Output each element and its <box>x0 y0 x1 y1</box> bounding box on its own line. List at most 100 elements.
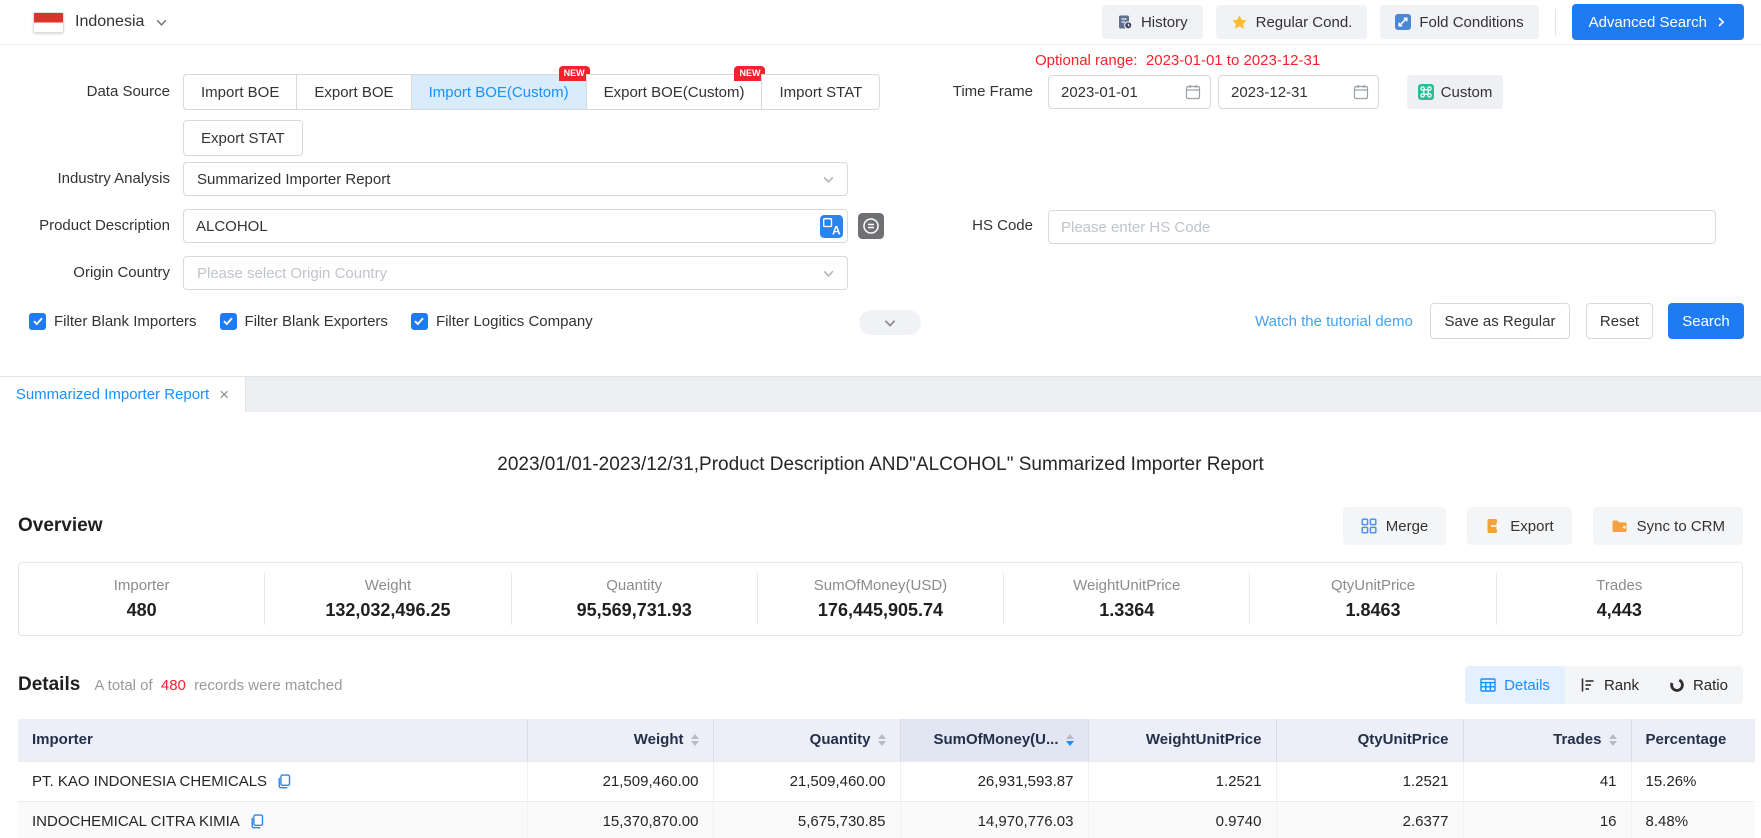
data-source-tab-label: Export BOE <box>314 84 393 101</box>
history-label: History <box>1141 14 1188 31</box>
filter-checkbox[interactable]: Filter Blank Importers <box>29 313 197 330</box>
chevron-right-icon <box>1715 16 1727 28</box>
product-description-label: Product Description <box>0 209 170 243</box>
view-tab-ratio[interactable]: Ratio <box>1654 666 1743 704</box>
importer-cell: INDOCHEMICAL CITRA KIMIA <box>18 801 527 838</box>
sort-icon-active[interactable] <box>1066 734 1074 746</box>
overview-stat: QtyUnitPrice1.8463 <box>1249 573 1495 625</box>
view-tab-label: Details <box>1504 677 1550 694</box>
stat-label: Quantity <box>512 577 757 594</box>
data-source-tab[interactable]: Import BOE(Custom)NEW <box>411 74 587 110</box>
sort-icon[interactable] <box>1609 734 1617 746</box>
importer-name: INDOCHEMICAL CITRA KIMIA <box>32 813 240 830</box>
advanced-search-button[interactable]: Advanced Search <box>1572 4 1744 40</box>
overview-stats-bar: Importer480Weight132,032,496.25Quantity9… <box>18 562 1743 636</box>
product-description-input[interactable] <box>183 209 848 243</box>
product-description-field[interactable]: A <box>183 209 848 243</box>
save-as-regular-button[interactable]: Save as Regular <box>1430 303 1570 339</box>
data-source-tab[interactable]: Import STAT <box>761 74 880 110</box>
stat-label: Weight <box>265 577 510 594</box>
stat-value: 95,569,731.93 <box>512 600 757 621</box>
quantity-cell: 21,509,460.00 <box>713 761 900 801</box>
pct-cell: 15.26% <box>1631 761 1755 801</box>
copy-icon[interactable] <box>276 774 291 789</box>
checkbox-checked-icon[interactable] <box>29 313 46 330</box>
industry-analysis-select[interactable]: Summarized Importer Report <box>183 162 848 196</box>
optional-range-text: Optional range: 2023-01-01 to 2023-12-31 <box>1035 52 1320 69</box>
exclude-blank-icon[interactable] <box>858 213 884 239</box>
filter-checkbox[interactable]: Filter Blank Exporters <box>220 313 388 330</box>
svg-text:A: A <box>832 223 841 237</box>
fold-conditions-button[interactable]: Fold Conditions <box>1380 5 1538 39</box>
export-button[interactable]: Export <box>1467 507 1571 545</box>
history-button[interactable]: History <box>1102 5 1203 39</box>
close-icon[interactable]: × <box>219 386 229 403</box>
data-source-tab[interactable]: Import BOE <box>183 74 297 110</box>
sync-to-crm-button[interactable]: Sync to CRM <box>1593 507 1743 545</box>
reset-button[interactable]: Reset <box>1586 303 1653 339</box>
col-trades-sortable[interactable]: Trades <box>1463 719 1631 761</box>
stat-value: 1.3364 <box>1004 600 1249 621</box>
collapse-conditions-button[interactable] <box>859 310 921 335</box>
match-summary: A total of 480 records were matched <box>94 677 342 694</box>
stat-value: 480 <box>19 600 264 621</box>
date-from-field[interactable] <box>1048 75 1211 109</box>
data-source-tab[interactable]: Export BOE <box>296 74 411 110</box>
overview-heading: Overview <box>18 515 103 537</box>
weight-cell: 15,370,870.00 <box>527 801 713 838</box>
custom-range-button[interactable]: Custom <box>1407 75 1503 109</box>
filter-checkbox-label: Filter Blank Importers <box>54 313 197 330</box>
translate-icon[interactable]: A <box>820 215 843 238</box>
view-tab-details[interactable]: Details <box>1465 666 1565 704</box>
col-weightunitprice: WeightUnitPrice <box>1088 719 1276 761</box>
wup-cell: 1.2521 <box>1088 761 1276 801</box>
indonesia-flag-icon <box>33 12 64 33</box>
origin-country-select[interactable]: Please select Origin Country <box>183 256 848 290</box>
hs-code-input[interactable] <box>1048 210 1716 244</box>
importer-name: PT. KAO INDONESIA CHEMICALS <box>32 773 267 790</box>
industry-analysis-label: Industry Analysis <box>0 162 170 196</box>
sort-icon[interactable] <box>878 734 886 746</box>
stat-value: 132,032,496.25 <box>265 600 510 621</box>
col-percentage: Percentage <box>1631 719 1755 761</box>
view-tab-rank[interactable]: Rank <box>1565 666 1654 704</box>
overview-stat: Weight 132,032,496.25 <box>264 573 510 625</box>
quantity-cell: 5,675,730.85 <box>713 801 900 838</box>
data-source-tab-export-stat[interactable]: Export STAT <box>183 120 303 156</box>
merge-button[interactable]: Merge <box>1343 507 1447 545</box>
fold-icon <box>1395 14 1411 30</box>
hs-code-label: HS Code <box>930 209 1033 243</box>
checkbox-checked-icon[interactable] <box>220 313 237 330</box>
col-weight-sortable[interactable]: Weight <box>527 719 713 761</box>
checkbox-checked-icon[interactable] <box>411 313 428 330</box>
sum-cell: 26,931,593.87 <box>900 761 1088 801</box>
data-source-tab-label: Export BOE(Custom) <box>604 84 745 101</box>
search-button[interactable]: Search <box>1668 303 1744 339</box>
overview-stat: Quantity 95,569,731.93 <box>511 573 757 625</box>
chevron-down-icon <box>883 316 897 330</box>
country-selector[interactable]: Indonesia <box>33 12 168 33</box>
data-source-tab[interactable]: Export BOE(Custom)NEW <box>586 74 763 110</box>
importer-table: Importer Weight Quantity SumOfMoney(U...… <box>18 719 1755 838</box>
stat-label: Trades <box>1497 577 1742 594</box>
tutorial-demo-link[interactable]: Watch the tutorial demo <box>1255 303 1413 339</box>
col-sumofmoney-sortable[interactable]: SumOfMoney(U... <box>900 719 1088 761</box>
chevron-down-icon <box>155 16 168 29</box>
tab-summarized-importer-report[interactable]: Summarized Importer Report × <box>0 377 246 412</box>
time-frame-label: Time Frame <box>930 74 1033 110</box>
date-to-field[interactable] <box>1218 75 1379 109</box>
table-body: PT. KAO INDONESIA CHEMICALS 21,509,460.00… <box>18 761 1755 838</box>
filter-checkbox-label: Filter Blank Exporters <box>245 313 388 330</box>
match-prefix: A total of <box>94 677 152 694</box>
pct-cell: 8.48% <box>1631 801 1755 838</box>
search-form: Optional range: 2023-01-01 to 2023-12-31… <box>0 45 1761 376</box>
qup-cell: 1.2521 <box>1276 761 1463 801</box>
filter-checkbox[interactable]: Filter Logitics Company <box>411 313 593 330</box>
star-icon <box>1231 14 1248 31</box>
regular-cond-button[interactable]: Regular Cond. <box>1216 5 1368 39</box>
stat-value: 4,443 <box>1497 600 1742 621</box>
copy-icon[interactable] <box>249 814 264 829</box>
col-quantity-sortable[interactable]: Quantity <box>713 719 900 761</box>
history-icon <box>1117 14 1133 30</box>
sort-icon[interactable] <box>691 734 699 746</box>
